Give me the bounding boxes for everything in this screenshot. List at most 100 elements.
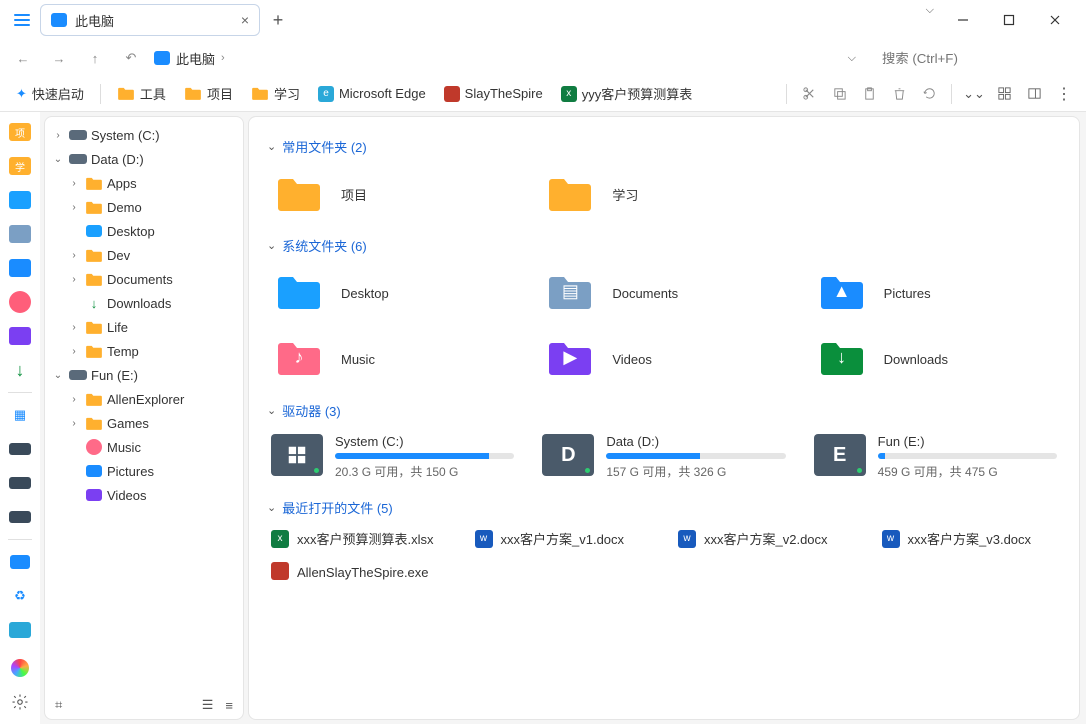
settings-button[interactable] (6, 688, 34, 716)
system-folder[interactable]: ▶ Videos (538, 331, 789, 387)
tree-expander[interactable]: › (67, 394, 81, 405)
tree-item[interactable]: › Dev (45, 243, 243, 267)
tree-item[interactable]: › Documents (45, 267, 243, 291)
tree-item[interactable]: Desktop (45, 219, 243, 243)
tree-item[interactable]: Pictures (45, 459, 243, 483)
window-menu-chevron[interactable]: ⌵ (926, 4, 934, 36)
recent-file[interactable]: w xxx客户方案_v2.docx (674, 527, 858, 550)
double-chevron-down-icon[interactable]: ⌄⌄ (962, 82, 986, 106)
tree-expander[interactable]: ⌄ (51, 154, 65, 165)
forward-button[interactable]: → (46, 45, 72, 71)
tree-expander[interactable]: › (67, 178, 81, 189)
copy-icon[interactable] (827, 82, 851, 106)
tree-expander[interactable]: ⌄ (51, 370, 65, 381)
launcher-videos[interactable] (6, 322, 34, 350)
launcher-drive-2[interactable] (6, 469, 34, 497)
paste-icon[interactable] (857, 82, 881, 106)
tree-expander[interactable]: › (67, 322, 81, 333)
close-button[interactable] (1032, 4, 1078, 36)
tree-item[interactable]: ↓ Downloads (45, 291, 243, 315)
bookmark-item[interactable]: e Microsoft Edge (312, 81, 432, 106)
tree-item[interactable]: Music (45, 435, 243, 459)
drive-item[interactable]: System (C:) 20.3 G 可用，共 150 G (267, 430, 518, 484)
back-button[interactable]: ← (10, 45, 36, 71)
address-dropdown[interactable]: ⌵ (838, 52, 866, 65)
launcher-documents[interactable] (6, 220, 34, 248)
tree-tool-1[interactable]: ⌗ (55, 697, 62, 713)
launcher-monitor[interactable] (6, 548, 34, 576)
tree-item[interactable]: › Life (45, 315, 243, 339)
system-folder[interactable]: Desktop (267, 265, 518, 321)
breadcrumb[interactable]: 此电脑 › (154, 49, 828, 68)
tree-item[interactable]: › AllenExplorer (45, 387, 243, 411)
system-folder[interactable]: ♪ Music (267, 331, 518, 387)
bookmark-item[interactable]: 学习 (245, 81, 306, 106)
recent-file[interactable]: x xxx客户预算测算表.xlsx (267, 527, 451, 550)
history-icon[interactable] (917, 82, 941, 106)
bookmark-item[interactable]: 工具 (111, 81, 172, 106)
minimize-button[interactable] (940, 4, 986, 36)
drive-item[interactable]: E Fun (E:) 459 G 可用，共 475 G (810, 430, 1061, 484)
up-button[interactable]: ↑ (82, 45, 108, 71)
launcher-music[interactable] (6, 288, 34, 316)
tree-item[interactable]: › Apps (45, 171, 243, 195)
recent-file[interactable]: AllenSlayTheSpire.exe (267, 560, 451, 585)
section-drives[interactable]: ⌄ 驱动器 (3) (267, 401, 1061, 420)
tree-drive-c[interactable]: › System (C:) (45, 123, 243, 147)
tree-expand-icon[interactable]: ≡ (225, 698, 233, 713)
bookmark-item[interactable]: 项目 (178, 81, 239, 106)
section-favorites[interactable]: ⌄ 常用文件夹 (2) (267, 137, 1061, 156)
section-recent[interactable]: ⌄ 最近打开的文件 (5) (267, 498, 1061, 517)
system-folder[interactable]: ▲ Pictures (810, 265, 1061, 321)
launcher-drive-3[interactable] (6, 503, 34, 531)
launcher-pin-2[interactable]: 学 (6, 152, 34, 180)
launcher-pictures[interactable] (6, 254, 34, 282)
panel-toggle-icon[interactable] (1022, 82, 1046, 106)
launcher-pin-1[interactable]: 项 (6, 118, 34, 146)
section-system-folders[interactable]: ⌄ 系统文件夹 (6) (267, 236, 1061, 255)
tab-this-pc[interactable]: 此电脑 × (40, 4, 260, 36)
hamburger-button[interactable] (8, 6, 36, 34)
system-folder[interactable]: ↓ Downloads (810, 331, 1061, 387)
tree-drive-d[interactable]: ⌄ Data (D:) (45, 147, 243, 171)
search-input[interactable] (876, 47, 1076, 70)
launcher-recycle[interactable]: ♻ (6, 582, 34, 610)
recent-file[interactable]: w xxx客户方案_v3.docx (878, 527, 1062, 550)
favorite-folder[interactable]: 学习 (538, 166, 789, 222)
tree-expander[interactable]: › (67, 202, 81, 213)
tree-label: Demo (107, 200, 142, 215)
launcher-desktop[interactable] (6, 186, 34, 214)
delete-icon[interactable] (887, 82, 911, 106)
tree-collapse-icon[interactable]: ☰ (202, 697, 214, 713)
launcher-drive-1[interactable] (6, 435, 34, 463)
tree-item[interactable]: › Games (45, 411, 243, 435)
bookmark-item[interactable]: SlayTheSpire (438, 81, 549, 106)
launcher-control[interactable] (6, 616, 34, 644)
favorite-folder[interactable]: 项目 (267, 166, 518, 222)
system-folder[interactable]: ▤ Documents (538, 265, 789, 321)
cut-icon[interactable] (797, 82, 821, 106)
quick-launch-button[interactable]: ✦ 快速启动 (10, 81, 90, 106)
undo-button[interactable]: ↶ (118, 45, 144, 71)
bookmark-item[interactable]: x yyy客户预算测算表 (555, 81, 699, 106)
separator (951, 84, 952, 104)
tree-item[interactable]: › Demo (45, 195, 243, 219)
new-tab-button[interactable]: + (264, 6, 292, 34)
tree-expander[interactable]: › (67, 418, 81, 429)
tree-item[interactable]: › Temp (45, 339, 243, 363)
tree-expander[interactable]: › (67, 274, 81, 285)
launcher-color[interactable] (6, 654, 34, 682)
recent-file[interactable]: w xxx客户方案_v1.docx (471, 527, 655, 550)
more-icon[interactable]: ⋮ (1052, 82, 1076, 106)
tree-expander[interactable]: › (51, 130, 65, 141)
tree-item[interactable]: Videos (45, 483, 243, 507)
tree-expander[interactable]: › (67, 346, 81, 357)
drive-item[interactable]: D Data (D:) 157 G 可用，共 326 G (538, 430, 789, 484)
maximize-button[interactable] (986, 4, 1032, 36)
launcher-apps[interactable]: ▦ (6, 401, 34, 429)
launcher-downloads[interactable]: ↓ (6, 356, 34, 384)
tab-close-button[interactable]: × (241, 12, 249, 28)
grid-view-icon[interactable] (992, 82, 1016, 106)
tree-expander[interactable]: › (67, 250, 81, 261)
tree-drive-e[interactable]: ⌄ Fun (E:) (45, 363, 243, 387)
